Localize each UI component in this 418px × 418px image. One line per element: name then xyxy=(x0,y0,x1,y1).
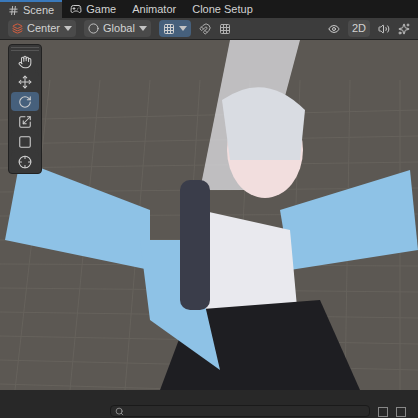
tool-palette xyxy=(8,44,42,174)
globe-icon xyxy=(88,23,99,34)
snap-icon[interactable] xyxy=(199,23,211,35)
move-icon xyxy=(18,75,32,89)
2d-toggle[interactable]: 2D xyxy=(348,20,370,37)
search-icon xyxy=(115,407,124,416)
search-field[interactable] xyxy=(110,405,370,417)
draw-mode-icon[interactable] xyxy=(328,23,340,35)
grid-snap-button[interactable] xyxy=(159,20,191,37)
game-icon xyxy=(70,3,82,15)
pivot-icon xyxy=(12,23,23,34)
tool-button[interactable] xyxy=(11,72,39,91)
tool-button[interactable] xyxy=(11,132,39,151)
grid-icon xyxy=(163,23,175,35)
effects-icon[interactable] xyxy=(398,23,410,35)
tab[interactable]: Scene xyxy=(0,0,62,18)
rect-icon xyxy=(18,135,32,149)
scene-render xyxy=(0,40,418,390)
scene-toolbar: Center Global 2D xyxy=(0,18,418,40)
dropdown-caret-icon xyxy=(179,26,187,32)
lock-toggle[interactable] xyxy=(396,407,406,417)
tab[interactable]: Clone Setup xyxy=(184,0,261,18)
pivot-dropdown[interactable]: Center xyxy=(8,20,76,37)
space-dropdown[interactable]: Global xyxy=(84,20,151,37)
tab[interactable]: Game xyxy=(62,0,124,18)
audio-icon[interactable] xyxy=(378,23,390,35)
view-toggle[interactable] xyxy=(378,407,388,417)
rotate-icon xyxy=(18,95,32,109)
tool-button[interactable] xyxy=(11,112,39,131)
bottom-bar xyxy=(0,390,418,418)
unity-editor: SceneGameAnimatorClone Setup Center Global… xyxy=(0,0,418,418)
tool-button[interactable] xyxy=(11,52,39,71)
tool-button[interactable] xyxy=(11,152,39,171)
tool-button[interactable] xyxy=(11,92,39,111)
increment-icon[interactable] xyxy=(219,23,231,35)
hand-icon xyxy=(18,55,32,69)
dropdown-caret-icon xyxy=(139,26,147,32)
scale-icon xyxy=(18,115,32,129)
scene-viewport[interactable] xyxy=(0,40,418,390)
tab[interactable]: Animator xyxy=(124,0,184,18)
transform-icon xyxy=(18,155,32,169)
dropdown-caret-icon xyxy=(64,26,72,32)
tab-bar: SceneGameAnimatorClone Setup xyxy=(0,0,418,18)
scene-icon xyxy=(8,5,19,16)
